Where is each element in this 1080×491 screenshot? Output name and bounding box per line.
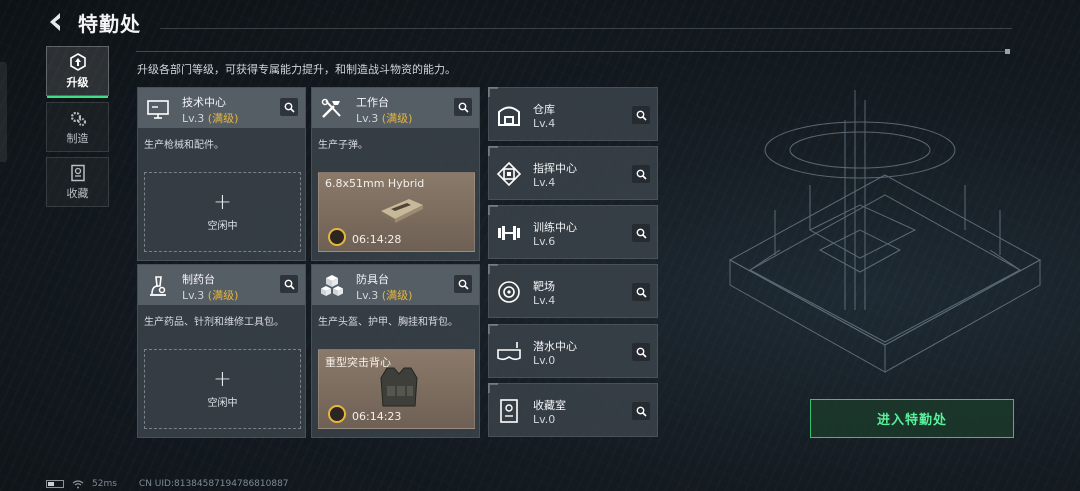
chip-icon <box>496 161 522 187</box>
page-title: 特勤处 <box>78 12 141 36</box>
search-icon[interactable] <box>632 343 650 361</box>
search-icon[interactable] <box>280 275 298 293</box>
facility-shooting-range[interactable]: 靶场 Lv.4 <box>488 264 658 318</box>
plus-icon: + <box>213 190 232 215</box>
idle-label: 空闲中 <box>207 221 238 232</box>
facility-warehouse[interactable]: 仓库 Lv.4 <box>488 87 658 141</box>
upgrade-icon <box>69 52 86 71</box>
subheader-divider <box>136 49 1010 54</box>
tools-icon <box>321 98 341 118</box>
warehouse-icon <box>498 106 520 126</box>
battery-icon <box>46 480 64 488</box>
search-icon[interactable] <box>454 98 472 116</box>
status-footer: 52ms CN UID:8138458719478681088​7 <box>46 479 289 489</box>
card-level: Lv.3 (满级) <box>356 289 413 302</box>
gears-icon <box>70 111 86 126</box>
card-name: 防具台 <box>356 273 389 286</box>
left-edge-handle <box>0 62 7 162</box>
search-icon[interactable] <box>280 98 298 116</box>
idle-label: 空闲中 <box>207 398 238 409</box>
monitor-icon <box>147 100 169 119</box>
timer-icon <box>328 405 346 423</box>
facility-name: 指挥中心 <box>533 162 577 175</box>
card-pharmacy[interactable]: 制药台 Lv.3 (满级) 生产药品、针剂和维修工具包。 + 空闲中 <box>137 264 306 438</box>
facility-collection-room[interactable]: 收藏室 Lv.0 <box>488 383 658 437</box>
plus-icon: + <box>213 367 232 392</box>
back-arrow-icon[interactable] <box>44 10 68 34</box>
facility-level: Lv.4 <box>533 176 556 189</box>
search-icon[interactable] <box>632 224 650 242</box>
tab-upgrade[interactable]: 升级 <box>46 46 109 98</box>
search-icon[interactable] <box>632 402 650 420</box>
facility-level: Lv.0 <box>533 413 556 426</box>
tab-label: 收藏 <box>66 186 89 200</box>
collection-room-icon <box>500 399 518 423</box>
facility-name: 靶场 <box>533 280 555 293</box>
tab-label: 升级 <box>66 75 89 89</box>
card-description: 生产枪械和配件。 <box>144 140 224 151</box>
dumbbell-icon <box>498 226 520 240</box>
search-icon[interactable] <box>454 275 472 293</box>
timer-icon <box>328 228 346 246</box>
facility-level: Lv.4 <box>533 117 556 130</box>
card-description: 生产药品、针剂和维修工具包。 <box>144 317 284 328</box>
production-time: 06:14:23 <box>352 410 402 423</box>
facility-level: Lv.0 <box>533 354 556 367</box>
armor-boxes-icon <box>321 275 343 296</box>
production-time: 06:14:28 <box>352 233 402 246</box>
search-icon[interactable] <box>632 165 650 183</box>
facility-name: 收藏室 <box>533 399 566 412</box>
card-level: Lv.3 (满级) <box>182 112 239 125</box>
vest-image <box>380 367 418 407</box>
empty-slot[interactable]: + 空闲中 <box>144 172 301 252</box>
card-level: Lv.3 (满级) <box>356 112 413 125</box>
card-name: 技术中心 <box>182 96 226 109</box>
card-workbench[interactable]: 工作台 Lv.3 (满级) 生产子弹。 6.8x51mm Hybrid 06:1… <box>311 87 480 261</box>
production-slot[interactable]: 6.8x51mm Hybrid 06:14:28 <box>318 172 475 252</box>
card-description: 生产子弹。 <box>318 140 368 151</box>
page-subtitle: 升级各部门等级，可获得专属能力提升，和制造战斗物资的能力。 <box>137 63 456 76</box>
wifi-icon <box>72 479 84 488</box>
card-description: 生产头盔、护甲、胸挂和背包。 <box>318 317 458 328</box>
production-slot[interactable]: 重型突击背心 06:14:23 <box>318 349 475 429</box>
enter-headquarters-button[interactable]: 进入特勤处 <box>810 399 1014 438</box>
headquarters-illustration <box>728 90 1042 373</box>
card-name: 制药台 <box>182 273 215 286</box>
uid-text: CN UID:8138458719478681088​7 <box>138 479 289 489</box>
tab-collection[interactable]: 收藏 <box>46 157 109 207</box>
facility-diving-center[interactable]: 潜水中心 Lv.0 <box>488 324 658 378</box>
microscope-icon <box>150 276 166 296</box>
tab-craft[interactable]: 制造 <box>46 102 109 152</box>
facility-level: Lv.6 <box>533 235 556 248</box>
facility-name: 潜水中心 <box>533 340 577 353</box>
header-divider <box>160 28 1012 29</box>
facility-training-center[interactable]: 训练中心 Lv.6 <box>488 205 658 259</box>
search-icon[interactable] <box>632 106 650 124</box>
search-icon[interactable] <box>632 283 650 301</box>
target-icon <box>498 281 520 303</box>
tab-label: 制造 <box>66 131 89 145</box>
product-name: 6.8x51mm Hybrid <box>325 177 425 190</box>
facility-name: 仓库 <box>533 103 555 116</box>
collection-icon <box>70 164 85 181</box>
ping-value: 52ms <box>92 479 117 489</box>
card-armor-bench[interactable]: 防具台 Lv.3 (满级) 生产头盔、护甲、胸挂和背包。 重型突击背心 06:1… <box>311 264 480 438</box>
facility-level: Lv.4 <box>533 294 556 307</box>
card-level: Lv.3 (满级) <box>182 289 239 302</box>
card-tech-center[interactable]: 技术中心 Lv.3 (满级) 生产枪械和配件。 + 空闲中 <box>137 87 306 261</box>
facility-name: 训练中心 <box>533 221 577 234</box>
facility-command-center[interactable]: 指挥中心 Lv.4 <box>488 146 658 200</box>
empty-slot[interactable]: + 空闲中 <box>144 349 301 429</box>
diving-mask-icon <box>497 342 521 361</box>
ammo-box-image <box>381 199 423 223</box>
card-name: 工作台 <box>356 96 389 109</box>
